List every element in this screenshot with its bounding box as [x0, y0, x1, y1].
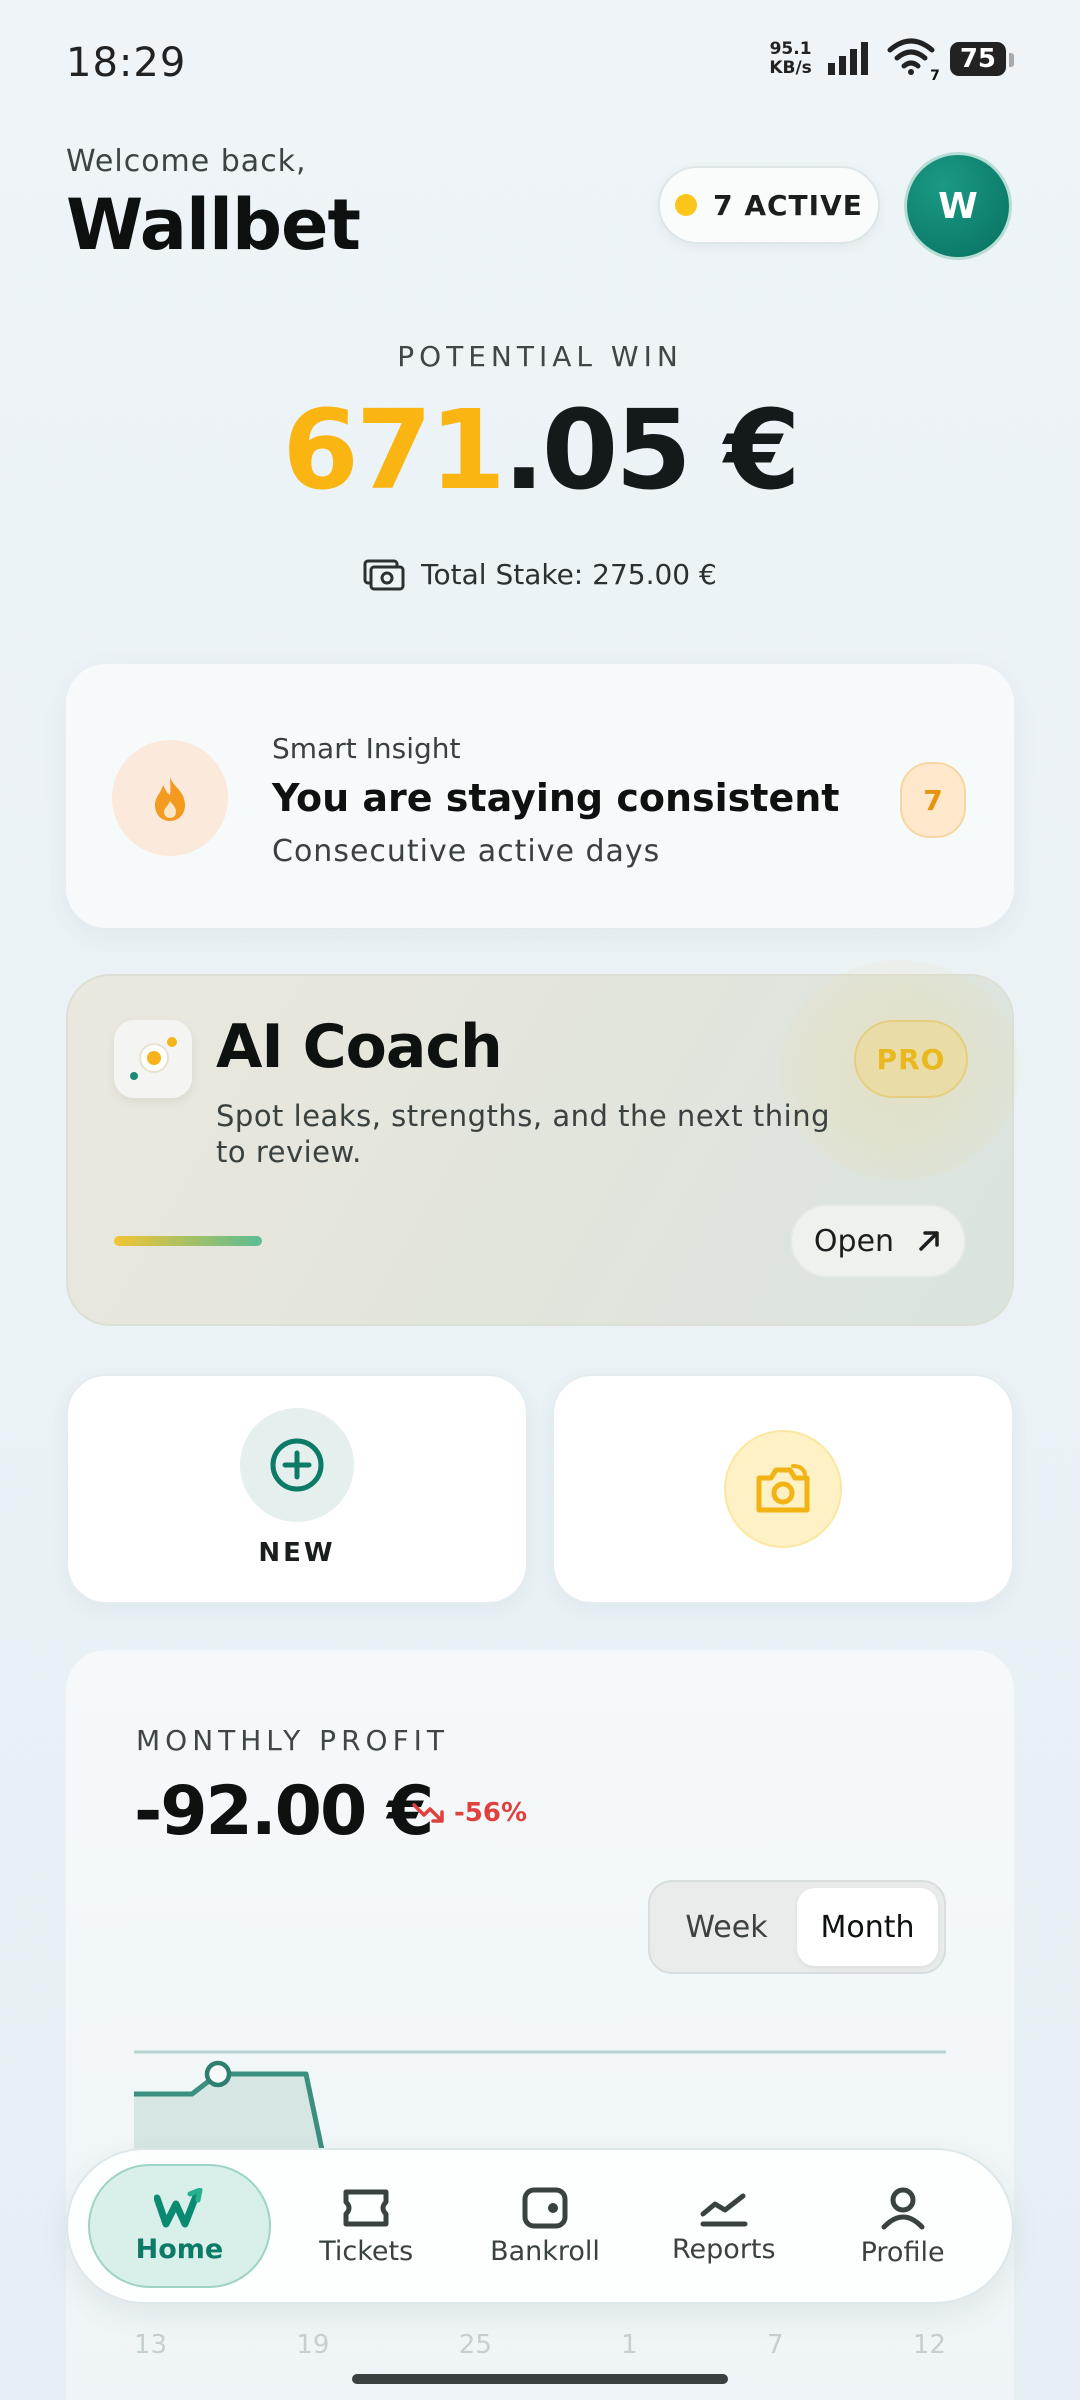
user-icon — [881, 2187, 925, 2229]
period-toggle: Week Month — [648, 1880, 946, 1974]
active-tickets-pill[interactable]: 7 ACTIVE — [658, 166, 880, 244]
money-icon — [363, 559, 405, 590]
nav-reports-label: Reports — [672, 2233, 776, 2265]
chart-x-ticks: 13 19 25 1 7 12 — [134, 2330, 946, 2360]
total-stake: Total Stake: 275.00 € — [0, 558, 1080, 591]
monthly-profit-value: -92.00 € — [134, 1772, 434, 1851]
insight-kicker: Smart Insight — [272, 732, 461, 765]
wallbet-logo-icon — [154, 2187, 203, 2227]
coach-description: Spot leaks, strengths, and the next thin… — [216, 1099, 830, 1169]
x-tick: 13 — [134, 2330, 168, 2360]
active-dot-icon — [675, 194, 698, 216]
potential-win-label: POTENTIAL WIN — [397, 340, 683, 373]
insight-subtitle: Consecutive active days — [272, 834, 661, 869]
x-tick: 19 — [296, 2330, 330, 2360]
x-tick: 25 — [458, 2330, 492, 2360]
open-label: Open — [813, 1223, 895, 1259]
nav-reports[interactable]: Reports — [634, 2164, 813, 2288]
arrow-up-right-icon — [919, 1231, 939, 1251]
wifi-icon: 7 — [886, 38, 940, 84]
coach-title: AI Coach — [216, 1012, 503, 1082]
monthly-profit-label: MONTHLY PROFIT — [136, 1724, 450, 1757]
wallet-icon — [522, 2187, 568, 2228]
x-tick: 7 — [767, 2330, 784, 2360]
x-tick: 12 — [912, 2330, 946, 2360]
signal-icon — [827, 42, 868, 75]
pro-badge: PRO — [854, 1020, 968, 1098]
toggle-week[interactable]: Week — [656, 1888, 797, 1966]
insight-title: You are staying consistent — [272, 776, 840, 820]
status-icons: 95.1 KB/s 7 75 — [769, 38, 1015, 84]
camera-icon — [724, 1430, 842, 1548]
nav-home[interactable]: Home — [88, 2164, 271, 2288]
toggle-month[interactable]: Month — [797, 1888, 938, 1966]
amount-rest: .05 € — [502, 386, 801, 514]
x-tick: 1 — [621, 2330, 638, 2360]
nav-home-label: Home — [135, 2233, 224, 2265]
streak-badge: 7 — [900, 762, 966, 838]
trend-down-icon — [412, 1803, 444, 1823]
total-stake-text: Total Stake: 275.00 € — [421, 558, 717, 591]
plus-circle-icon — [240, 1408, 354, 1522]
ai-coach-icon — [114, 1020, 192, 1098]
welcome-text: Welcome back, — [66, 144, 307, 179]
coach-progress-bar — [114, 1236, 262, 1246]
nav-profile[interactable]: Profile — [813, 2164, 992, 2288]
nav-profile-label: Profile — [860, 2236, 945, 2268]
active-label: 7 ACTIVE — [713, 188, 863, 222]
flame-icon — [112, 740, 228, 856]
status-time: 18:29 — [66, 40, 187, 86]
nav-tickets[interactable]: Tickets — [277, 2164, 456, 2288]
nav-tickets-label: Tickets — [319, 2235, 414, 2267]
bottom-nav: Home Tickets Bankroll Reports Profile — [66, 2148, 1014, 2304]
avatar[interactable]: W — [904, 152, 1012, 260]
nav-bankroll-label: Bankroll — [490, 2235, 600, 2267]
profit-change-value: -56% — [454, 1798, 528, 1828]
net-speed: 95.1 KB/s — [769, 39, 812, 78]
profit-chart — [134, 2050, 946, 2160]
profit-change: -56% — [412, 1798, 527, 1828]
chart-line-icon — [700, 2193, 748, 2226]
home-indicator[interactable] — [352, 2374, 728, 2384]
potential-win-amount: 671.05 € — [0, 386, 1080, 514]
new-label: NEW — [258, 1538, 336, 1568]
battery-indicator: 75 — [949, 42, 1015, 76]
chart-marker — [204, 2060, 232, 2088]
ticket-icon — [343, 2189, 389, 2226]
open-coach-button[interactable]: Open — [790, 1204, 966, 1278]
amount-highlight: 671 — [282, 386, 506, 514]
nav-bankroll[interactable]: Bankroll — [456, 2164, 635, 2288]
brand-title: Wallbet — [66, 184, 361, 266]
